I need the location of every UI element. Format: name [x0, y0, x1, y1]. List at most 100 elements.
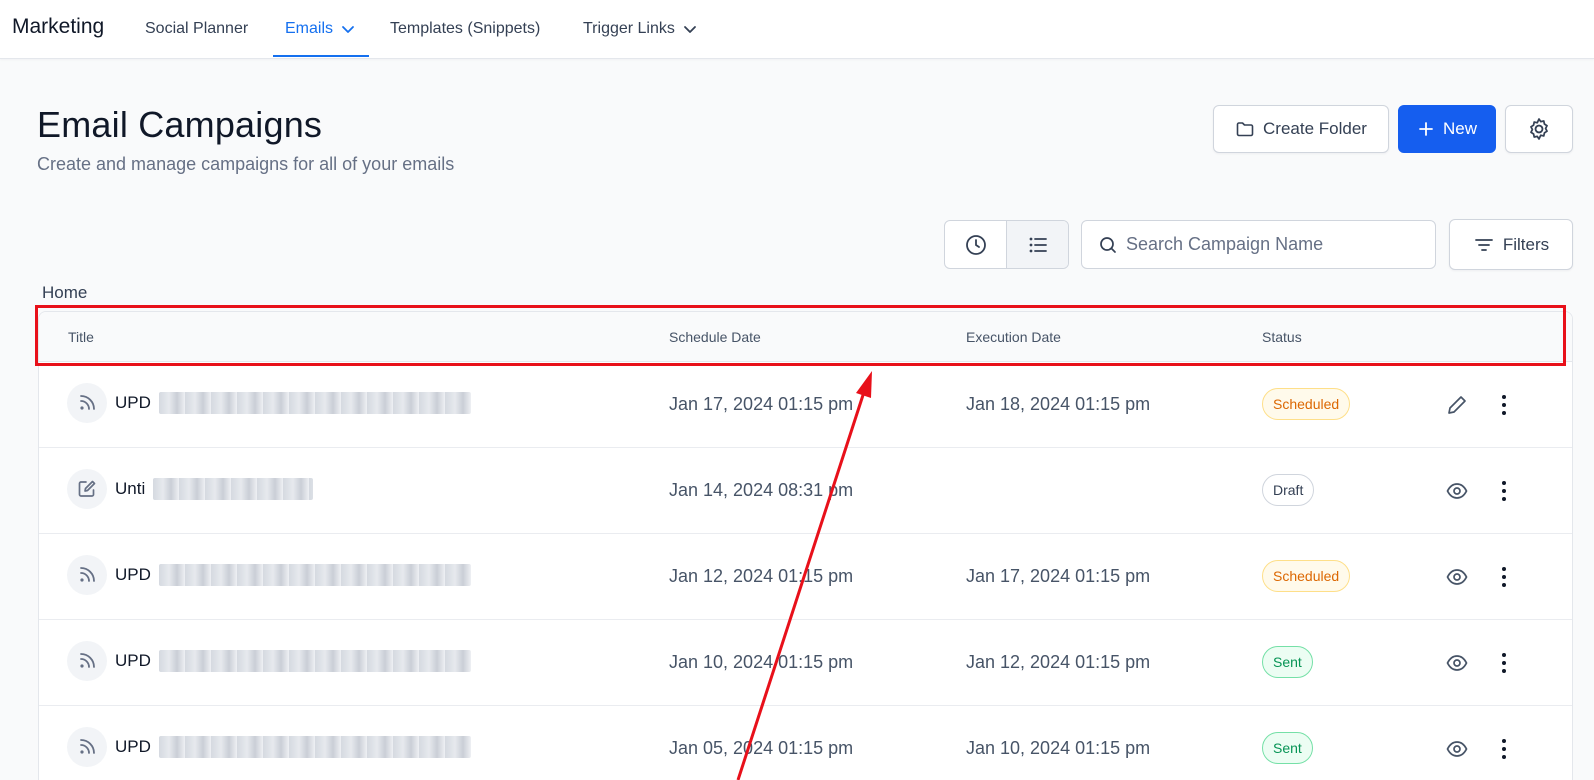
- kebab-menu-icon: [1502, 395, 1506, 415]
- campaign-title-cell[interactable]: UPD: [67, 727, 471, 767]
- execution-date: Jan 17, 2024 01:15 pm: [966, 566, 1151, 586]
- execution-date: Jan 12, 2024 01:15 pm: [966, 652, 1151, 672]
- column-header-title[interactable]: Title: [68, 329, 94, 345]
- schedule-date: Jan 14, 2024 08:31 pm: [669, 480, 854, 500]
- campaign-title: UPD: [115, 565, 151, 584]
- redacted-text: [158, 650, 471, 672]
- view-button[interactable]: [1444, 564, 1470, 590]
- settings-button[interactable]: [1505, 105, 1573, 153]
- redacted-text: [153, 478, 314, 500]
- list-view-button[interactable]: [1006, 221, 1068, 268]
- pencil-icon: [1448, 396, 1466, 414]
- edit-icon: [67, 469, 107, 509]
- folder-icon: [1236, 122, 1254, 137]
- kebab-menu-icon: [1502, 739, 1506, 759]
- nav-tab-label: Trigger Links: [583, 20, 675, 37]
- column-header-execution-date[interactable]: Execution Date: [966, 329, 1061, 345]
- nav-tab-social-planner[interactable]: Social Planner: [145, 20, 248, 38]
- campaign-title-cell[interactable]: UPD: [67, 555, 471, 595]
- view-button[interactable]: [1444, 478, 1470, 504]
- more-options-button[interactable]: [1491, 650, 1517, 676]
- status-badge: Scheduled: [1262, 560, 1351, 592]
- kebab-menu-icon: [1502, 653, 1506, 673]
- clock-icon: [965, 234, 986, 255]
- plus-icon: [1419, 122, 1433, 136]
- eye-icon: [1446, 483, 1468, 499]
- filter-icon: [1474, 238, 1493, 251]
- breadcrumb[interactable]: Home: [42, 283, 87, 303]
- execution-date: Jan 18, 2024 01:15 pm: [966, 394, 1151, 414]
- rss-icon: [67, 641, 107, 681]
- nav-tab-templates[interactable]: Templates (Snippets): [390, 20, 540, 38]
- app-brand: Marketing: [12, 15, 105, 38]
- campaign-title-cell[interactable]: Unti: [67, 469, 314, 509]
- nav-tab-label: Emails: [285, 20, 334, 37]
- view-button[interactable]: [1444, 650, 1470, 676]
- schedule-date: Jan 12, 2024 01:15 pm: [669, 566, 854, 586]
- rss-icon: [67, 727, 107, 767]
- eye-icon: [1446, 569, 1468, 585]
- filters-label: Filters: [1502, 234, 1550, 254]
- column-header-status[interactable]: Status: [1262, 329, 1302, 345]
- table-row[interactable]: UPD Jan 05, 2024 01:15 pm Jan 10, 2024 0…: [39, 706, 1572, 780]
- nav-tab-emails[interactable]: Emails: [285, 20, 355, 38]
- campaign-title: Unti: [115, 479, 146, 498]
- schedule-date: Jan 05, 2024 01:15 pm: [669, 738, 854, 758]
- new-campaign-button[interactable]: New: [1398, 105, 1496, 153]
- table-row[interactable]: Unti Jan 14, 2024 08:31 pm Draft: [39, 448, 1572, 534]
- campaign-title: UPD: [115, 651, 151, 670]
- more-options-button[interactable]: [1491, 478, 1517, 504]
- kebab-menu-icon: [1502, 567, 1506, 587]
- campaign-title-cell[interactable]: UPD: [67, 641, 471, 681]
- table-header: Title Schedule Date Execution Date Statu…: [39, 312, 1572, 362]
- new-label: New: [1442, 119, 1477, 138]
- redacted-text: [158, 392, 471, 414]
- page-subtitle: Create and manage campaigns for all of y…: [37, 154, 455, 174]
- eye-icon: [1446, 741, 1468, 757]
- edit-button[interactable]: [1444, 392, 1470, 418]
- nav-tab-trigger-links[interactable]: Trigger Links: [583, 20, 697, 38]
- top-nav: Marketing Social Planner Emails Template…: [0, 0, 1594, 59]
- table-row[interactable]: UPD Jan 12, 2024 01:15 pm Jan 17, 2024 0…: [39, 534, 1572, 620]
- chevron-down-icon: [683, 26, 696, 33]
- filters-button[interactable]: Filters: [1449, 219, 1573, 270]
- view-toggle: [944, 220, 1069, 269]
- campaigns-table: Title Schedule Date Execution Date Statu…: [38, 311, 1573, 780]
- recent-view-button[interactable]: [945, 221, 1006, 268]
- schedule-date: Jan 10, 2024 01:15 pm: [669, 652, 854, 672]
- status-badge: Sent: [1262, 732, 1313, 764]
- rss-icon: [67, 383, 107, 423]
- page-title: Email Campaigns: [37, 104, 323, 145]
- redacted-text: [158, 736, 471, 758]
- gear-icon: [1530, 118, 1548, 140]
- create-folder-button[interactable]: Create Folder: [1213, 105, 1389, 153]
- nav-tab-label: Templates (Snippets): [390, 20, 541, 37]
- table-row[interactable]: UPD Jan 17, 2024 01:15 pm Jan 18, 2024 0…: [39, 362, 1572, 448]
- create-folder-label: Create Folder: [1263, 119, 1367, 138]
- column-header-schedule-date[interactable]: Schedule Date: [669, 329, 761, 345]
- more-options-button[interactable]: [1491, 392, 1517, 418]
- eye-icon: [1446, 655, 1468, 671]
- campaign-title-cell[interactable]: UPD: [67, 383, 471, 423]
- kebab-menu-icon: [1502, 481, 1506, 501]
- rss-icon: [67, 555, 107, 595]
- schedule-date: Jan 17, 2024 01:15 pm: [669, 394, 854, 414]
- chevron-down-icon: [342, 26, 354, 33]
- more-options-button[interactable]: [1491, 564, 1517, 590]
- active-tab-indicator: [273, 55, 369, 57]
- search-icon: [1100, 236, 1116, 253]
- execution-date: Jan 10, 2024 01:15 pm: [966, 738, 1151, 758]
- more-options-button[interactable]: [1491, 736, 1517, 762]
- status-badge: Draft: [1262, 474, 1315, 506]
- campaign-title: UPD: [115, 737, 151, 756]
- redacted-text: [158, 564, 471, 586]
- view-button[interactable]: [1444, 736, 1470, 762]
- search-input[interactable]: [1126, 234, 1416, 255]
- table-row[interactable]: UPD Jan 10, 2024 01:15 pm Jan 12, 2024 0…: [39, 620, 1572, 706]
- status-badge: Sent: [1262, 646, 1313, 678]
- nav-tab-label: Social Planner: [145, 20, 249, 37]
- status-badge: Scheduled: [1262, 388, 1351, 420]
- list-icon: [1029, 237, 1047, 252]
- search-box: [1081, 220, 1436, 269]
- campaign-title: UPD: [115, 393, 151, 412]
